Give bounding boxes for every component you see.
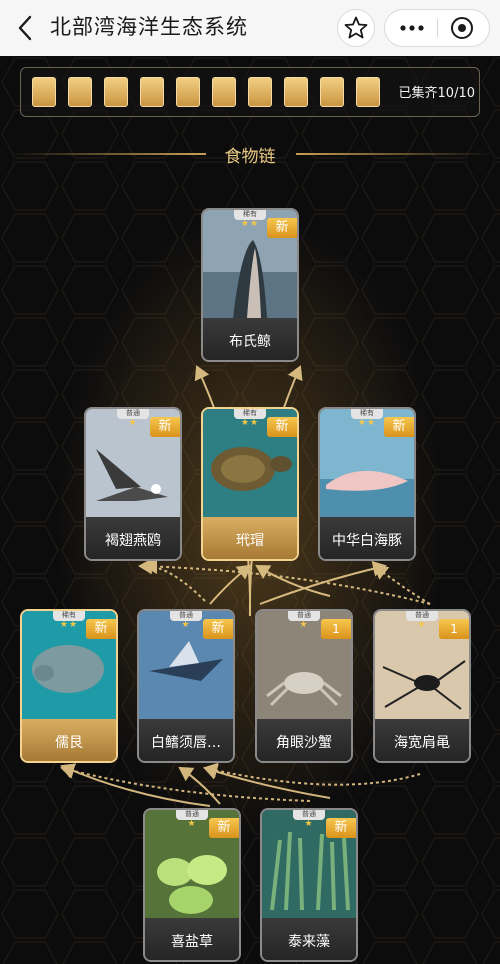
capsule-divider [437,19,438,37]
card-tern[interactable]: 褐翅燕鸥 普通 ★ 新 [84,407,182,561]
close-miniprogram-button[interactable] [449,15,475,41]
card-bryde-whale[interactable]: 布氏鲸 稀有 ★★ 新 [201,208,299,362]
card-name: 泰来藻 [288,934,330,950]
card-name: 海宽肩黾 [394,735,450,751]
card-halophila[interactable]: 喜盐草 普通 ★ 新 [143,808,241,962]
mini-program-capsule [384,9,490,47]
card-hawksbill[interactable]: 玳瑁 稀有 ★★ 新 [201,407,299,561]
card-dugong[interactable]: 儒艮 稀有 ★★ 新 [20,609,118,763]
rarity-tag: 普通 ★ [172,810,212,830]
rarity-tag: 普通 ★ [289,810,329,830]
rarity-tag: 普通 ★ [166,611,206,631]
rarity-tag: 普通 ★ [402,611,442,631]
rarity-tag: 稀有 ★★ [347,409,387,429]
top-nav-bar: 北部湾海洋生态系统 [0,0,500,56]
target-icon [451,17,473,39]
card-name: 角眼沙蟹 [276,735,332,751]
card-dolphin[interactable]: 中华白海豚 稀有 ★★ 新 [318,407,416,561]
more-button[interactable] [397,10,427,46]
count-badge: 1 [321,619,351,639]
card-name: 白鳍须唇… [151,735,221,751]
food-chain-page: 已集齐10/10 食物链 布氏鲸 稀有 ★★ 新 褐翅燕鸥 普通 ★ 新 玳瑁 … [0,56,500,964]
back-button[interactable] [10,8,44,48]
card-flyingfish[interactable]: 白鳍须唇… 普通 ★ 新 [137,609,235,763]
new-badge: 新 [267,417,297,437]
rarity-tag: 稀有 ★★ [230,409,270,429]
new-badge: 新 [384,417,414,437]
card-name: 玳瑁 [236,533,264,549]
count-badge: 1 [439,619,469,639]
rarity-tag: 稀有 ★★ [230,210,270,230]
new-badge: 新 [203,619,233,639]
card-name: 布氏鲸 [229,334,271,350]
new-badge: 新 [326,818,356,838]
card-name: 褐翅燕鸥 [105,533,161,549]
rarity-tag: 普通 ★ [113,409,153,429]
card-name: 喜盐草 [171,934,213,950]
new-badge: 新 [150,417,180,437]
favorite-button[interactable] [337,9,375,47]
rarity-tag: 稀有 ★★ [49,611,89,631]
card-name: 中华白海豚 [332,533,402,549]
star-icon [344,16,368,39]
more-icon [400,25,424,31]
card-ghostcrab[interactable]: 角眼沙蟹 普通 ★ 1 [255,609,353,763]
new-badge: 新 [209,818,239,838]
card-thalassia[interactable]: 泰来藻 普通 ★ 新 [260,808,358,962]
page-title: 北部湾海洋生态系统 [50,15,248,39]
new-badge: 新 [267,218,297,238]
card-seastrider[interactable]: 海宽肩黾 普通 ★ 1 [373,609,471,763]
new-badge: 新 [86,619,116,639]
rarity-tag: 普通 ★ [284,611,324,631]
chevron-left-icon [18,15,32,41]
card-name: 儒艮 [55,735,83,751]
